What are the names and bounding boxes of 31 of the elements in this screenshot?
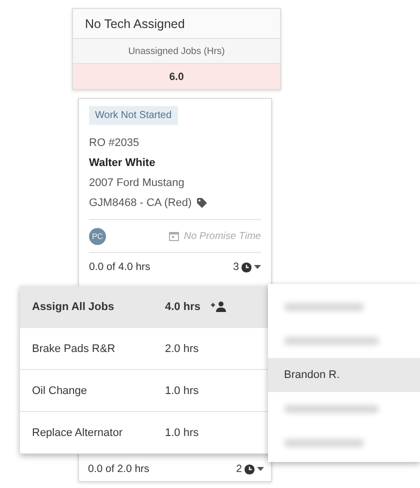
clock-icon bbox=[244, 464, 255, 474]
jobs-dropdown[interactable]: 3 bbox=[233, 261, 261, 273]
menu-item[interactable]: Brandon R. bbox=[268, 358, 420, 392]
caret-icon bbox=[257, 467, 264, 471]
column-title: No Tech Assigned bbox=[73, 9, 280, 39]
vehicle-name: 2007 Ford Mustang bbox=[89, 176, 186, 191]
jobs-dropdown[interactable]: 2 bbox=[236, 463, 264, 475]
plate-text: GJM8468 - CA (Red) bbox=[89, 196, 192, 211]
job-label: Assign All Jobs bbox=[32, 300, 116, 312]
clock-icon bbox=[241, 262, 252, 272]
ro-number: RO #2035 bbox=[89, 136, 140, 151]
summary-label: Unassigned Jobs (Hrs) bbox=[73, 39, 280, 64]
job-hours: 1.0 hrs bbox=[165, 426, 200, 438]
caret-icon bbox=[254, 265, 261, 269]
job-label: Oil Change bbox=[32, 384, 88, 396]
hours-text: 0.0 of 2.0 hrs bbox=[88, 463, 150, 475]
customer-name: Walter White bbox=[89, 156, 156, 171]
tag-icon bbox=[196, 198, 207, 208]
technician-name: Brandon R. bbox=[284, 369, 340, 381]
job-hours: 2.0 hrs bbox=[165, 342, 200, 354]
summary-value: 6.0 bbox=[73, 64, 280, 89]
avatar: PC bbox=[89, 228, 106, 244]
hours-text: 0.0 of 4.0 hrs bbox=[89, 261, 150, 273]
status-chip: Work Not Started bbox=[89, 106, 178, 125]
calendar-icon bbox=[168, 231, 179, 241]
add-person-icon bbox=[211, 301, 227, 312]
job-hours: 1.0 hrs bbox=[165, 384, 200, 396]
promise-time: No Promise Time bbox=[184, 230, 261, 242]
job-label: Replace Alternator bbox=[32, 426, 124, 438]
job-hours: 4.0 hrs bbox=[165, 300, 202, 312]
job-label: Brake Pads R&R bbox=[32, 342, 116, 354]
